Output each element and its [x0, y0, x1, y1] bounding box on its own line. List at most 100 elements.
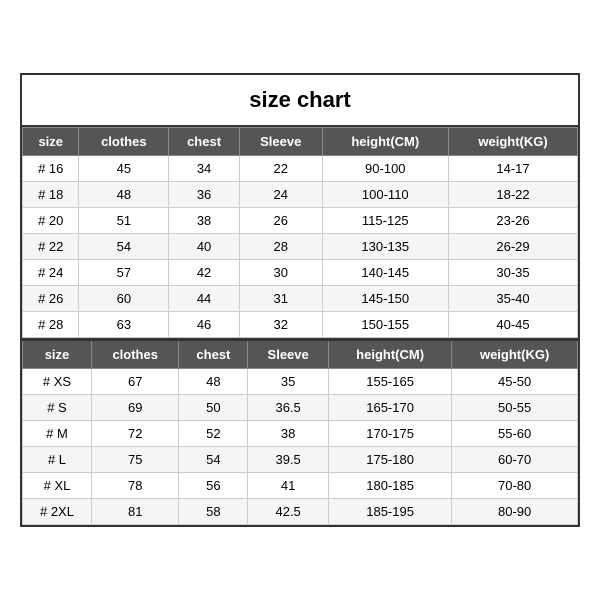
table-cell: 30 — [239, 260, 322, 286]
table-cell: 42.5 — [248, 499, 329, 525]
table-cell: 24 — [239, 182, 322, 208]
table-cell: 38 — [248, 421, 329, 447]
col-header-clothes-2: clothes — [91, 340, 178, 369]
col-header-chest-1: chest — [169, 128, 240, 156]
table-cell: # L — [23, 447, 92, 473]
table-cell: 45-50 — [452, 369, 578, 395]
table-cell: 58 — [179, 499, 248, 525]
table-cell: 54 — [79, 234, 169, 260]
table-cell: 45 — [79, 156, 169, 182]
table-cell: 145-150 — [322, 286, 449, 312]
table-cell: 54 — [179, 447, 248, 473]
table-cell: 60 — [79, 286, 169, 312]
table-row: # M725238170-17555-60 — [23, 421, 578, 447]
table-cell: 23-26 — [449, 208, 578, 234]
table-cell: 46 — [169, 312, 240, 338]
table-cell: # XS — [23, 369, 92, 395]
table-cell: # 2XL — [23, 499, 92, 525]
table-cell: 18-22 — [449, 182, 578, 208]
table-cell: 175-180 — [328, 447, 451, 473]
table-cell: # 24 — [23, 260, 79, 286]
table-cell: 69 — [91, 395, 178, 421]
table-cell: 52 — [179, 421, 248, 447]
table-cell: 40 — [169, 234, 240, 260]
table-cell: 35 — [248, 369, 329, 395]
table-row: # XL785641180-18570-80 — [23, 473, 578, 499]
table-cell: # 16 — [23, 156, 79, 182]
size-table-1: size clothes chest Sleeve height(CM) wei… — [22, 127, 578, 338]
table-cell: 51 — [79, 208, 169, 234]
table-cell: # S — [23, 395, 92, 421]
table-row: # 28634632150-15540-45 — [23, 312, 578, 338]
table-cell: 56 — [179, 473, 248, 499]
table-cell: 50 — [179, 395, 248, 421]
table-cell: 14-17 — [449, 156, 578, 182]
table-cell: 31 — [239, 286, 322, 312]
table-row: # XS674835155-16545-50 — [23, 369, 578, 395]
table-cell: 78 — [91, 473, 178, 499]
table-cell: 32 — [239, 312, 322, 338]
table-row: # S695036.5165-17050-55 — [23, 395, 578, 421]
table-cell: 22 — [239, 156, 322, 182]
table-cell: # M — [23, 421, 92, 447]
table-cell: 38 — [169, 208, 240, 234]
table-row: # 24574230140-14530-35 — [23, 260, 578, 286]
table-cell: # 28 — [23, 312, 79, 338]
table-cell: 55-60 — [452, 421, 578, 447]
col-header-height-2: height(CM) — [328, 340, 451, 369]
table-cell: 70-80 — [452, 473, 578, 499]
table-cell: 115-125 — [322, 208, 449, 234]
table-cell: 26-29 — [449, 234, 578, 260]
table-cell: 90-100 — [322, 156, 449, 182]
table-cell: 130-135 — [322, 234, 449, 260]
table-cell: 57 — [79, 260, 169, 286]
table-cell: 63 — [79, 312, 169, 338]
table-cell: 155-165 — [328, 369, 451, 395]
table-cell: 185-195 — [328, 499, 451, 525]
table-cell: 30-35 — [449, 260, 578, 286]
table-row: # 18483624100-11018-22 — [23, 182, 578, 208]
table-cell: # XL — [23, 473, 92, 499]
col-header-clothes-1: clothes — [79, 128, 169, 156]
table-row: # 22544028130-13526-29 — [23, 234, 578, 260]
col-header-weight-2: weight(KG) — [452, 340, 578, 369]
table-row: # 20513826115-12523-26 — [23, 208, 578, 234]
table-cell: 67 — [91, 369, 178, 395]
table-cell: # 26 — [23, 286, 79, 312]
table-cell: 41 — [248, 473, 329, 499]
table-cell: 150-155 — [322, 312, 449, 338]
table-row: # L755439.5175-18060-70 — [23, 447, 578, 473]
col-header-weight-1: weight(KG) — [449, 128, 578, 156]
table-cell: 50-55 — [452, 395, 578, 421]
table-row: # 2XL815842.5185-19580-90 — [23, 499, 578, 525]
table-cell: 170-175 — [328, 421, 451, 447]
col-header-height-1: height(CM) — [322, 128, 449, 156]
table-cell: 40-45 — [449, 312, 578, 338]
table-cell: 48 — [79, 182, 169, 208]
table-cell: 81 — [91, 499, 178, 525]
col-header-sleeve-2: Sleeve — [248, 340, 329, 369]
col-header-size-1: size — [23, 128, 79, 156]
table-row: # 26604431145-15035-40 — [23, 286, 578, 312]
table-cell: 180-185 — [328, 473, 451, 499]
chart-title: size chart — [22, 75, 578, 127]
table-row: # 1645342290-10014-17 — [23, 156, 578, 182]
table-cell: # 22 — [23, 234, 79, 260]
table-cell: # 18 — [23, 182, 79, 208]
col-header-size-2: size — [23, 340, 92, 369]
table-cell: 26 — [239, 208, 322, 234]
table-cell: 165-170 — [328, 395, 451, 421]
size-chart-container: size chart size clothes chest Sleeve hei… — [20, 73, 580, 527]
table-cell: 140-145 — [322, 260, 449, 286]
size-table-2: size clothes chest Sleeve height(CM) wei… — [22, 338, 578, 525]
table-cell: 34 — [169, 156, 240, 182]
table-cell: 75 — [91, 447, 178, 473]
table-cell: 36.5 — [248, 395, 329, 421]
table-cell: 39.5 — [248, 447, 329, 473]
table-cell: 100-110 — [322, 182, 449, 208]
table-cell: 42 — [169, 260, 240, 286]
table-cell: 48 — [179, 369, 248, 395]
table-cell: 44 — [169, 286, 240, 312]
col-header-sleeve-1: Sleeve — [239, 128, 322, 156]
col-header-chest-2: chest — [179, 340, 248, 369]
